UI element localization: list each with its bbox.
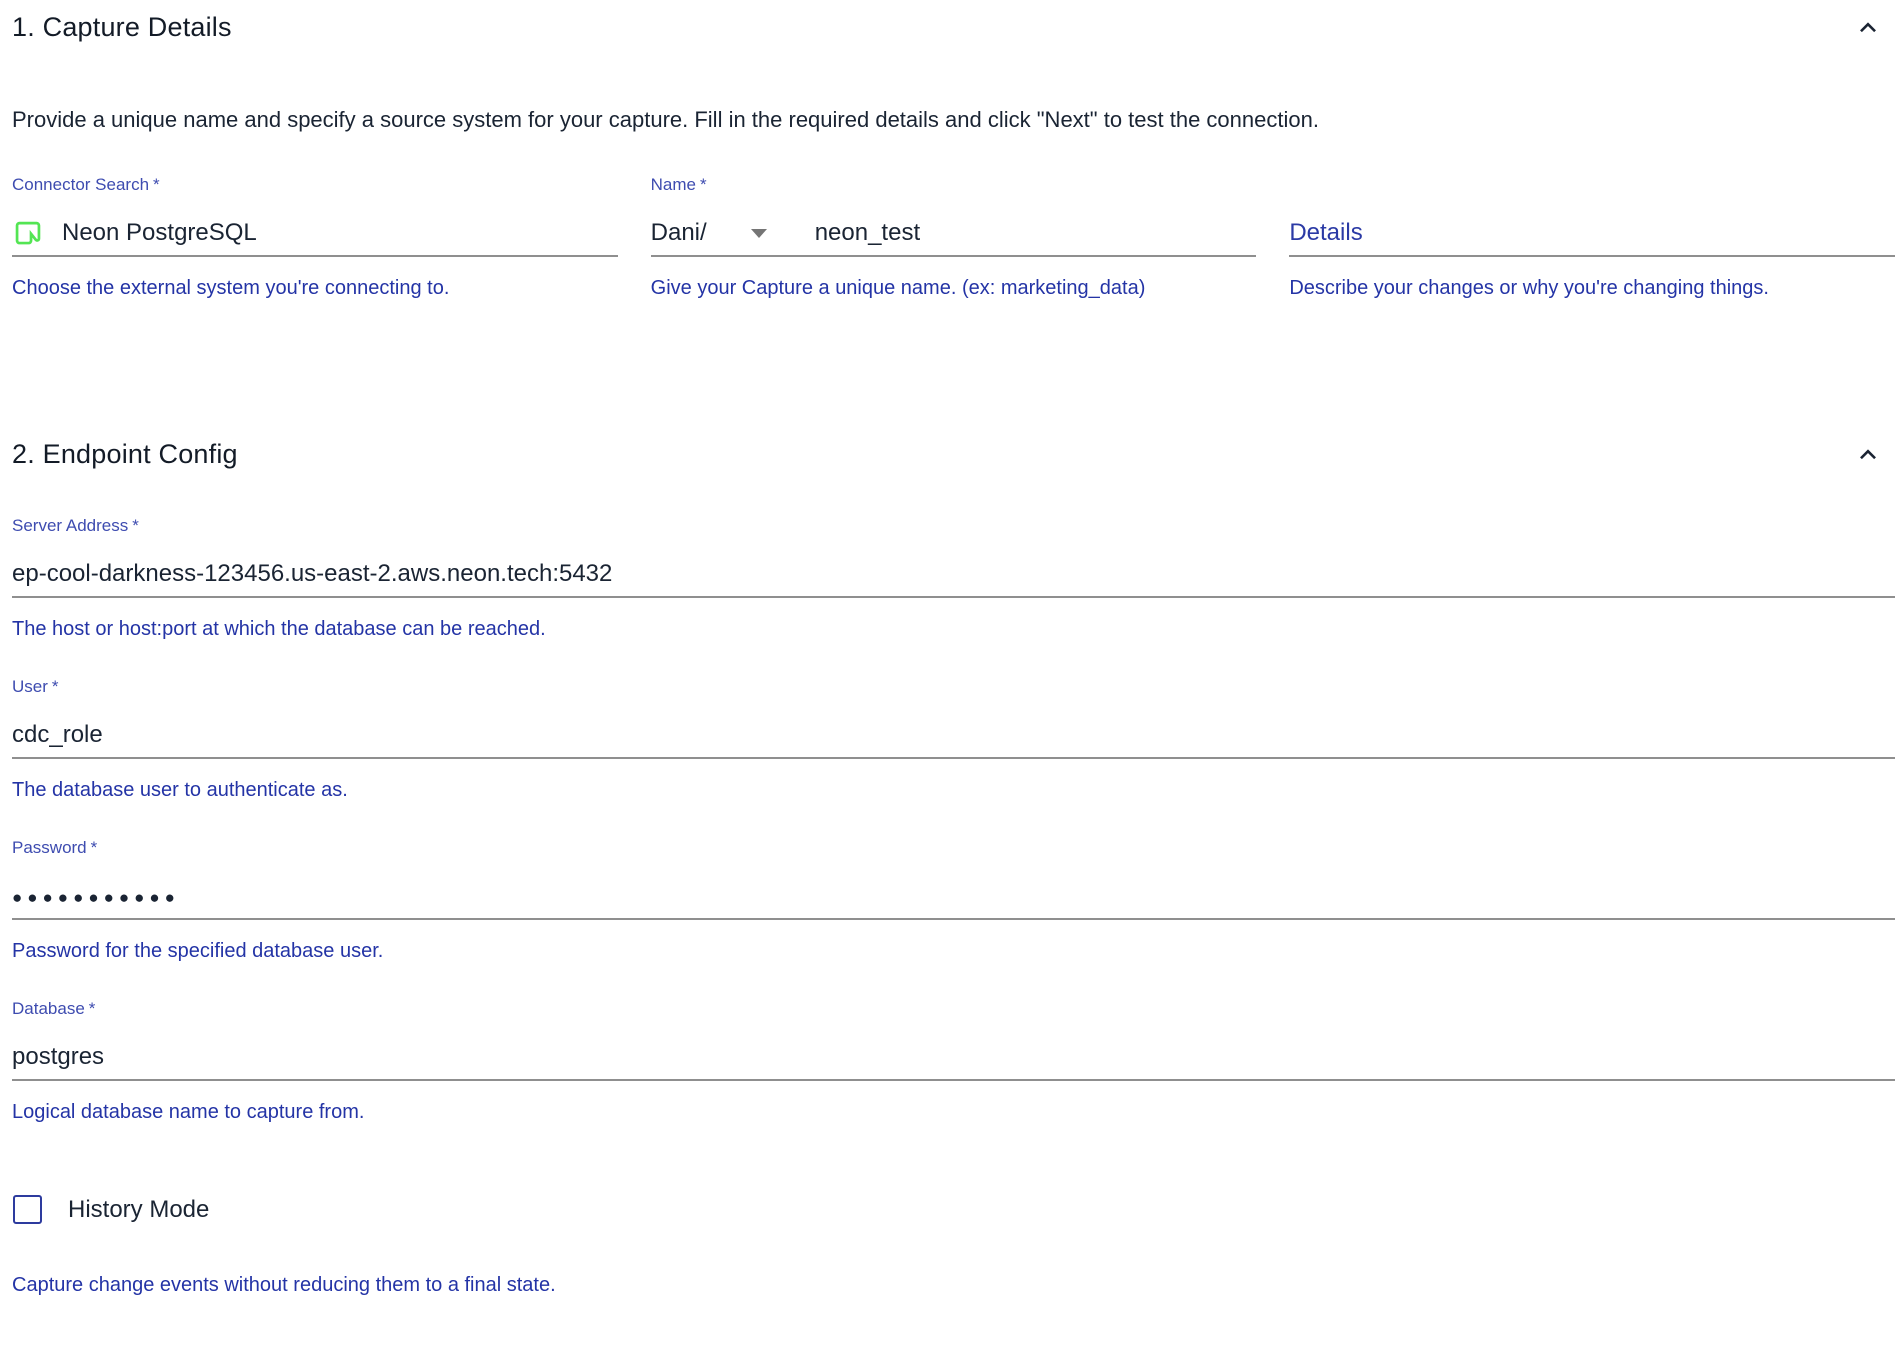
connector-search-field: Connector Search* Neon PostgreSQL Choose… — [12, 175, 618, 307]
password-required-mark: * — [91, 838, 98, 857]
history-mode-helper: Capture change events without reducing t… — [12, 1266, 1895, 1304]
name-label: Name — [651, 175, 696, 194]
details-placeholder: Details — [1289, 219, 1362, 247]
server-address-required-mark: * — [132, 516, 139, 535]
password-field: Password* ●●●●●●●●●●● Password for the s… — [12, 838, 1895, 970]
connector-search-value: Neon PostgreSQL — [62, 219, 257, 247]
server-address-value: ep-cool-darkness-123456.us-east-2.aws.ne… — [12, 560, 612, 588]
history-mode-label: History Mode — [68, 1196, 209, 1224]
user-label-row: User* — [12, 677, 1895, 697]
database-value: postgres — [12, 1043, 104, 1071]
endpoint-config-section-header: 2. Endpoint Config — [12, 439, 1895, 470]
chevron-up-icon — [1855, 15, 1881, 41]
dropdown-arrow-icon[interactable] — [751, 229, 767, 238]
history-mode-row: History Mode — [12, 1195, 1895, 1224]
connector-search-input[interactable]: Neon PostgreSQL — [12, 211, 618, 257]
details-label-row — [1289, 175, 1895, 195]
name-label-row: Name* — [651, 175, 1257, 195]
user-input[interactable]: cdc_role — [12, 713, 1895, 759]
server-address-label: Server Address — [12, 516, 128, 535]
server-address-label-row: Server Address* — [12, 516, 1895, 536]
capture-details-title: 1. Capture Details — [12, 12, 232, 43]
password-input[interactable]: ●●●●●●●●●●● — [12, 874, 1895, 920]
endpoint-config-collapse-button[interactable] — [1853, 440, 1883, 470]
endpoint-config-fields: Server Address* ep-cool-darkness-123456.… — [12, 516, 1895, 1131]
neon-connector-icon — [15, 220, 41, 246]
name-input-row: Dani/ neon_test — [651, 211, 1257, 257]
history-mode-checkbox[interactable] — [13, 1195, 42, 1224]
capture-config-page: 1. Capture Details Provide a unique name… — [0, 0, 1902, 1304]
name-helper: Give your Capture a unique name. (ex: ma… — [651, 269, 1257, 307]
database-helper: Logical database name to capture from. — [12, 1093, 1895, 1131]
name-prefix-select[interactable]: Dani/ — [651, 219, 707, 247]
name-input[interactable]: neon_test — [815, 219, 920, 247]
capture-details-collapse-button[interactable] — [1853, 13, 1883, 43]
details-input[interactable]: Details — [1289, 211, 1895, 257]
chevron-up-icon — [1855, 442, 1881, 468]
details-helper: Describe your changes or why you're chan… — [1289, 269, 1895, 307]
connector-search-helper: Choose the external system you're connec… — [12, 269, 618, 307]
database-field: Database* postgres Logical database name… — [12, 999, 1895, 1131]
name-field: Name* Dani/ neon_test Give your Capture … — [651, 175, 1257, 307]
connector-search-required-mark: * — [153, 175, 160, 194]
user-field: User* cdc_role The database user to auth… — [12, 677, 1895, 809]
connector-search-label-row: Connector Search* — [12, 175, 618, 195]
database-required-mark: * — [89, 999, 96, 1018]
capture-details-section-header: 1. Capture Details — [12, 0, 1895, 43]
name-required-mark: * — [700, 175, 707, 194]
server-address-helper: The host or host:port at which the datab… — [12, 610, 1895, 648]
capture-details-fields: Connector Search* Neon PostgreSQL Choose… — [12, 175, 1895, 307]
server-address-input[interactable]: ep-cool-darkness-123456.us-east-2.aws.ne… — [12, 552, 1895, 598]
user-label: User — [12, 677, 48, 696]
user-helper: The database user to authenticate as. — [12, 771, 1895, 809]
endpoint-config-title: 2. Endpoint Config — [12, 439, 238, 470]
password-label: Password — [12, 838, 87, 857]
database-label-row: Database* — [12, 999, 1895, 1019]
connector-search-label: Connector Search — [12, 175, 149, 194]
password-label-row: Password* — [12, 838, 1895, 858]
password-helper: Password for the specified database user… — [12, 932, 1895, 970]
password-masked-value: ●●●●●●●●●●● — [12, 884, 180, 908]
user-value: cdc_role — [12, 721, 103, 749]
user-required-mark: * — [52, 677, 59, 696]
details-field: Details Describe your changes or why you… — [1289, 175, 1895, 307]
capture-details-description: Provide a unique name and specify a sour… — [12, 107, 1895, 133]
database-input[interactable]: postgres — [12, 1035, 1895, 1081]
database-label: Database — [12, 999, 85, 1018]
server-address-field: Server Address* ep-cool-darkness-123456.… — [12, 516, 1895, 648]
